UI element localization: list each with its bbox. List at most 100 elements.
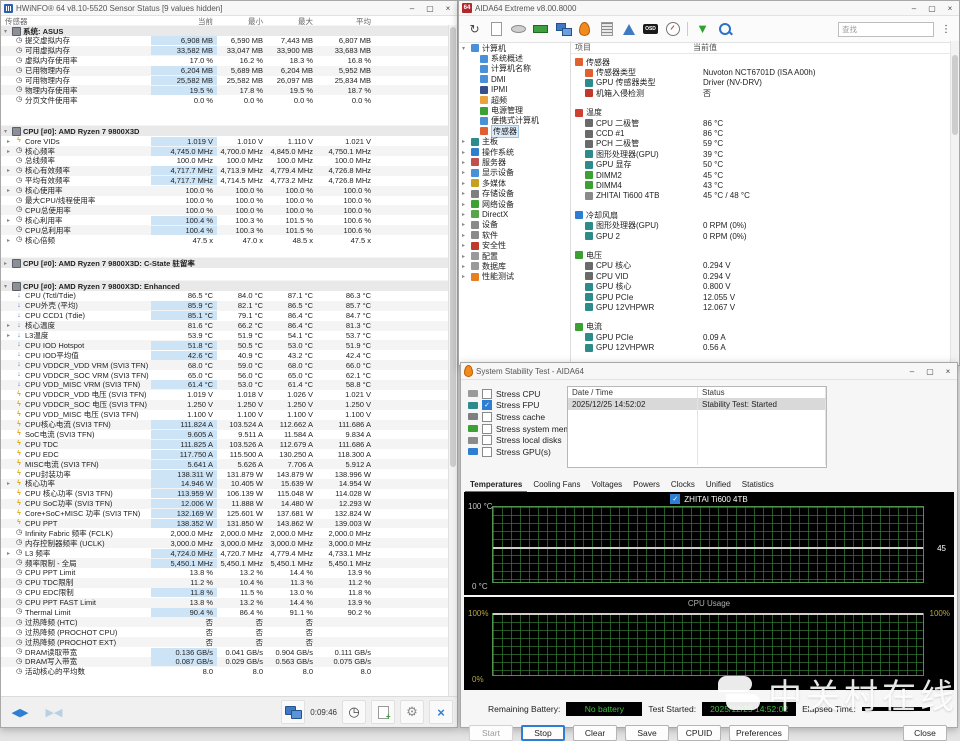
checkbox[interactable] [482, 423, 492, 434]
sidebar-item-dmi[interactable]: DMI [459, 74, 570, 84]
clear-button[interactable]: Clear [573, 725, 617, 741]
hwinfo-scrollbar[interactable] [448, 25, 457, 697]
stability-close-button[interactable]: × [939, 363, 957, 379]
sensor-row[interactable]: ◷ 过热降频 (PROCHOT CPU) 否否否 [1, 627, 449, 637]
more-menu-icon[interactable]: ⋮ [941, 24, 951, 35]
sensor-row[interactable]: ϟ SoC电流 (SVI3 TFN) 9.605 A 9.511 A 11.584 A 9… [1, 429, 449, 440]
sensor-row[interactable]: ◷ 活动核心的平均数 8.0 8.0 8.0 8.0 [1, 667, 449, 677]
sensor-value-row[interactable]: DIMM4 43 °C [571, 180, 959, 190]
sidebar-item-os[interactable]: ▸ 操作系统 [459, 147, 570, 157]
sensor-value-row[interactable]: CCD #1 86 °C [571, 128, 959, 138]
sensor-row[interactable]: ◷ Thermal Limit 90.4 % 86.4 % 91.1 % 90.2 % [1, 607, 449, 618]
sensor-value-row[interactable]: CPU VID 0.294 V [571, 271, 959, 281]
sensor-section-header[interactable]: ▾ CPU [#0]: AMD Ryzen 7 9800X3D [1, 125, 449, 137]
sensor-value-row[interactable]: 传感器类型 Nuvoton NCT6701D (ISA A00h) [571, 67, 959, 77]
hwinfo-close-button[interactable]: × [439, 1, 457, 15]
tab-unified[interactable]: Unified [701, 478, 736, 493]
sensor-group-row[interactable]: 电流 [571, 322, 959, 332]
stop-button[interactable]: Stop [521, 725, 565, 741]
sidebar-item-multimedia[interactable]: ▸ 多媒体 [459, 178, 570, 188]
hwinfo-maximize-button[interactable]: ▢ [421, 1, 439, 15]
sensor-row[interactable]: ▸ ↓ L3温度 53.9 °C 51.9 °C 54.1 °C 53.7 °C [1, 331, 449, 341]
checkbox[interactable] [482, 435, 492, 446]
save-button[interactable]: Save [625, 725, 669, 741]
sensor-value-row[interactable]: GPU 显存 50 °C [571, 160, 959, 170]
pane-scrollbar[interactable] [950, 41, 959, 365]
search-icon[interactable] [717, 22, 732, 37]
checkbox[interactable] [482, 388, 492, 399]
sensor-group-row[interactable]: 传感器 [571, 57, 959, 67]
osd-icon[interactable]: OSD [643, 22, 658, 37]
disk-icon[interactable] [511, 22, 526, 37]
sidebar-item-security[interactable]: ▸ 安全性 [459, 240, 570, 250]
sensor-row[interactable]: ▸ ◷ 核心倍频 47.5 x 47.0 x 48.5 x 47.5 x [1, 235, 449, 245]
report-icon[interactable] [489, 22, 504, 37]
sensor-value-row[interactable]: 图形处理器(GPU) 39 °C [571, 149, 959, 159]
cpuid-button[interactable]: CPUID [677, 725, 721, 741]
expand-columns-button[interactable]: ◀▶ [5, 702, 35, 722]
sensor-group-row[interactable]: 温度 [571, 108, 959, 118]
tab-clocks[interactable]: Clocks [666, 478, 700, 493]
search-input[interactable] [838, 21, 934, 37]
checkbox[interactable] [482, 411, 492, 422]
sensor-row[interactable]: ↓ CPU VDDCR_VDD VRM (SVI3 TFN) 68.0 °C 59.0… [1, 360, 449, 371]
sensor-value-row[interactable]: GPU PCIe 12.055 V [571, 292, 959, 302]
sensor-row[interactable]: ϟ CPU TDC 111.825 A 103.526 A 112.679 A 111.6… [1, 439, 449, 450]
close-sensors-button[interactable]: × [429, 700, 453, 724]
sidebar-item-software[interactable]: ▸ 软件 [459, 230, 570, 240]
gauge-icon[interactable] [665, 22, 680, 37]
tab-statistics[interactable]: Statistics [737, 478, 779, 493]
checkbox[interactable]: ✓ [482, 400, 492, 411]
sensor-value-row[interactable]: 机箱入侵检测 否 [571, 88, 959, 98]
sidebar-item-computer[interactable]: ▾ 计算机 [459, 43, 570, 53]
sensor-row[interactable]: ϟ Core+SoC+MISC 功率 (SVI3 TFN) 132.169 W 125… [1, 509, 449, 519]
close-button[interactable]: Close [903, 725, 947, 741]
sensor-row[interactable]: ↓ CPU外壳 (平均) 85.9 °C 82.1 °C 86.5 °C 85.7 °C [1, 300, 449, 311]
tab-cooling-fans[interactable]: Cooling Fans [528, 478, 585, 493]
sensor-section-header[interactable]: ▾ CPU [#0]: AMD Ryzen 7 9800X3D: Enhanced [1, 280, 449, 292]
sidebar-item-power[interactable]: 电源管理 [459, 105, 570, 115]
sensor-value-row[interactable]: 图形处理器(GPU) 0 RPM (0%) [571, 220, 959, 230]
memory-icon[interactable] [533, 22, 548, 37]
sidebar-item-config[interactable]: ▸ 配置 [459, 251, 570, 261]
log-row[interactable]: 2025/12/25 14:52:02 Stability Test: Start… [568, 399, 826, 410]
sensor-value-row[interactable]: DIMM2 45 °C [571, 170, 959, 180]
sidebar-item-overclock[interactable]: 超频 [459, 95, 570, 105]
sensor-row[interactable]: ↓ CPU IOD平均值 42.6 °C 40.9 °C 43.2 °C 42.4 °C [1, 350, 449, 360]
sensor-value-row[interactable]: GPU 传感器类型 Driver (NV-DRV) [571, 78, 959, 88]
sensor-value-row[interactable]: ZHITAI Ti600 4TB 45 °C / 48 °C [571, 191, 959, 201]
sensor-value-row[interactable]: GPU 12VHPWR 0.56 A [571, 342, 959, 352]
report-button[interactable]: + [371, 700, 395, 724]
diagnostics-icon[interactable] [621, 22, 636, 37]
refresh-icon[interactable]: ↻ [467, 22, 482, 37]
benchmark-icon[interactable] [599, 22, 614, 37]
remote-monitoring-button[interactable] [281, 700, 306, 724]
sensor-group-row[interactable]: 电压 [571, 250, 959, 260]
sidebar-item-display[interactable]: ▸ 显示设备 [459, 168, 570, 178]
stability-minimize-button[interactable]: – [903, 363, 921, 379]
sensor-row[interactable]: ◷ 过热降频 (HTC) 否否否 [1, 617, 449, 627]
tab-voltages[interactable]: Voltages [586, 478, 627, 493]
sidebar-item-network[interactable]: ▸ 网络设备 [459, 199, 570, 209]
sidebar-item-directx[interactable]: ▸ DirectX [459, 209, 570, 219]
sidebar-item-ipmi[interactable]: IPMI [459, 85, 570, 95]
settings-button[interactable]: ⚙ [400, 700, 424, 724]
preferences-button[interactable]: Preferences [729, 725, 789, 741]
download-icon[interactable]: ▼ [695, 22, 710, 37]
sensor-value-row[interactable]: CPU 核心 0.294 V [571, 261, 959, 271]
sidebar-item-server[interactable]: ▸ 服务器 [459, 157, 570, 167]
aida64-maximize-button[interactable]: ▢ [923, 1, 941, 15]
scrollbar-thumb[interactable] [450, 27, 456, 467]
sensor-value-row[interactable]: GPU 12VHPWR 12.067 V [571, 302, 959, 312]
hwinfo-minimize-button[interactable]: – [403, 1, 421, 15]
tab-temperatures[interactable]: Temperatures [465, 478, 528, 493]
sensor-section-header[interactable]: ▾ 系统: ASUS [1, 25, 449, 36]
sensor-value-row[interactable]: GPU PCIe 0.09 A [571, 332, 959, 342]
sensor-value-row[interactable]: GPU 核心 0.800 V [571, 281, 959, 291]
sensor-row[interactable]: ↓ CPU VDDCR_SOC VRM (SVI3 TFN) 65.0 °C 56.0… [1, 370, 449, 380]
legend-checkbox[interactable]: ✓ [670, 494, 681, 504]
checkbox[interactable] [482, 446, 492, 457]
sensor-value-row[interactable]: PCH 二极管 59 °C [571, 139, 959, 149]
collapse-columns-button[interactable]: ▶◀ [39, 702, 69, 722]
clock-button[interactable]: ◷ [342, 700, 366, 724]
